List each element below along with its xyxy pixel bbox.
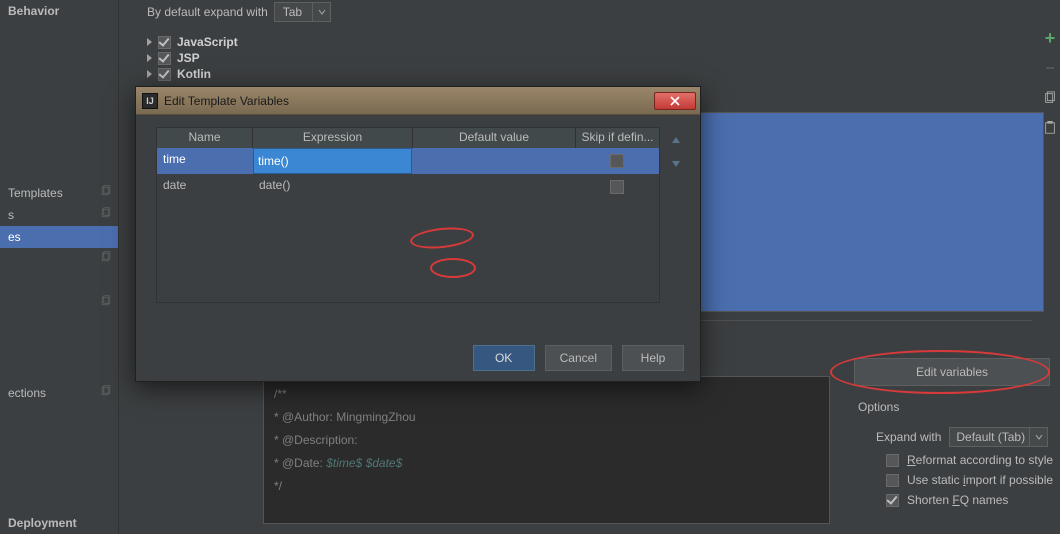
use-static-import-label: Use static import if possible	[907, 473, 1053, 487]
code-var: $time$	[326, 456, 362, 470]
sidebar-item-label: s	[8, 208, 14, 222]
expression-input[interactable]	[253, 148, 412, 174]
skip-checkbox[interactable]	[610, 180, 624, 194]
col-name[interactable]: Name	[157, 128, 253, 148]
minus-icon[interactable]	[1042, 60, 1058, 76]
table-row[interactable]: time	[157, 148, 659, 174]
add-icon[interactable]: +	[1042, 30, 1058, 46]
sidebar-item-label: Templates	[8, 186, 63, 200]
expand-with-dropdown[interactable]: Tab	[274, 2, 331, 22]
paste-icon[interactable]	[1042, 120, 1058, 136]
expand-caret-icon[interactable]	[147, 54, 152, 62]
cell-default[interactable]	[413, 148, 576, 174]
cell-expression[interactable]	[253, 148, 413, 174]
copy-icon	[100, 385, 112, 400]
gutter-toolbar: +	[1040, 30, 1060, 136]
close-icon	[669, 96, 681, 106]
cell-default[interactable]	[413, 174, 576, 200]
sidebar-item-s[interactable]: s	[0, 204, 118, 226]
lang-checkbox[interactable]	[158, 52, 171, 65]
sidebar-item-blank1[interactable]	[0, 248, 118, 292]
expand-with-sub-value: Default (Tab)	[956, 430, 1025, 444]
cell-skip[interactable]	[576, 174, 659, 200]
code-line: * @Date:	[274, 456, 326, 470]
chevron-down-icon	[312, 3, 330, 21]
copy-icon	[100, 207, 112, 222]
code-var: $date$	[366, 456, 403, 470]
lang-label: JavaScript	[177, 35, 238, 49]
expand-with-sub-dropdown[interactable]: Default (Tab)	[949, 427, 1048, 447]
ok-button[interactable]: OK	[473, 345, 535, 371]
move-down-button[interactable]	[668, 155, 684, 171]
lang-item-javascript[interactable]: JavaScript	[147, 34, 1060, 50]
skip-checkbox[interactable]	[610, 154, 624, 168]
use-static-import-checkbox[interactable]	[886, 474, 899, 487]
options-heading: Options	[858, 400, 1060, 414]
expand-with-label: By default expand with	[147, 5, 268, 19]
expand-with-sub-label: Expand with	[876, 430, 941, 444]
expand-with-value: Tab	[283, 5, 302, 19]
cell-skip[interactable]	[576, 148, 659, 174]
copy-icon[interactable]	[1042, 90, 1058, 106]
right-options-panel: Edit variables Options Expand with Defau…	[844, 350, 1060, 534]
cell-name[interactable]: time	[157, 148, 253, 174]
sidebar-item-ections[interactable]: ections	[0, 382, 118, 404]
sidebar-item-label: Deployment	[8, 516, 77, 530]
settings-sidebar: Behavior Templates s es ections Deployme…	[0, 0, 119, 534]
lang-checkbox[interactable]	[158, 68, 171, 81]
template-text-editor[interactable]: /** * @Author: MingmingZhou * @Descripti…	[263, 376, 830, 524]
col-expression[interactable]: Expression	[253, 128, 413, 148]
sidebar-item-label: es	[8, 230, 21, 244]
sidebar-item-blank2[interactable]	[0, 292, 118, 322]
edit-template-variables-dialog: IJ Edit Template Variables Name Expressi…	[135, 86, 701, 382]
copy-icon	[100, 185, 112, 200]
dialog-titlebar[interactable]: IJ Edit Template Variables	[136, 87, 700, 115]
shorten-fq-label: Shorten FQ names	[907, 493, 1008, 507]
reformat-label: Reformat according to style	[907, 453, 1053, 467]
lang-checkbox[interactable]	[158, 36, 171, 49]
code-line: /**	[274, 387, 287, 401]
cancel-button[interactable]: Cancel	[545, 345, 612, 371]
sidebar-item-es[interactable]: es	[0, 226, 118, 248]
lang-item-jsp[interactable]: JSP	[147, 50, 1060, 66]
code-line: */	[274, 479, 282, 493]
col-skip-if-defined[interactable]: Skip if defin...	[576, 128, 659, 148]
cell-name[interactable]: date	[157, 174, 253, 200]
sidebar-item-behavior[interactable]: Behavior	[0, 0, 118, 22]
col-default-value[interactable]: Default value	[413, 128, 576, 148]
help-button[interactable]: Help	[622, 345, 684, 371]
edit-variables-button[interactable]: Edit variables	[854, 358, 1050, 386]
copy-icon	[100, 251, 112, 266]
lang-label: Kotlin	[177, 67, 211, 81]
copy-icon	[100, 295, 112, 310]
table-row[interactable]: date date()	[157, 174, 659, 200]
sidebar-item-label: ections	[8, 386, 46, 400]
expand-caret-icon[interactable]	[147, 70, 152, 78]
dialog-title: Edit Template Variables	[164, 94, 289, 108]
cell-expression[interactable]: date()	[253, 174, 413, 200]
table-header: Name Expression Default value Skip if de…	[157, 128, 659, 148]
reformat-checkbox[interactable]	[886, 454, 899, 467]
code-line: * @Author: MingmingZhou	[274, 410, 416, 424]
app-icon: IJ	[142, 93, 158, 109]
move-up-button[interactable]	[668, 133, 684, 149]
chevron-down-icon	[1029, 428, 1047, 446]
shorten-fq-checkbox[interactable]	[886, 494, 899, 507]
sidebar-item-templates[interactable]: Templates	[0, 182, 118, 204]
code-line: * @Description:	[274, 433, 358, 447]
dialog-buttons: OK Cancel Help	[473, 345, 684, 371]
row-reorder-controls	[668, 133, 684, 171]
close-button[interactable]	[654, 92, 696, 110]
lang-label: JSP	[177, 51, 200, 65]
expand-caret-icon[interactable]	[147, 38, 152, 46]
variables-table: Name Expression Default value Skip if de…	[156, 127, 660, 303]
language-tree: JavaScript JSP Kotlin	[119, 30, 1060, 82]
dialog-body: Name Expression Default value Skip if de…	[136, 115, 700, 313]
lang-item-kotlin[interactable]: Kotlin	[147, 66, 1060, 82]
sidebar-item-deployment[interactable]: Deployment	[0, 512, 118, 534]
